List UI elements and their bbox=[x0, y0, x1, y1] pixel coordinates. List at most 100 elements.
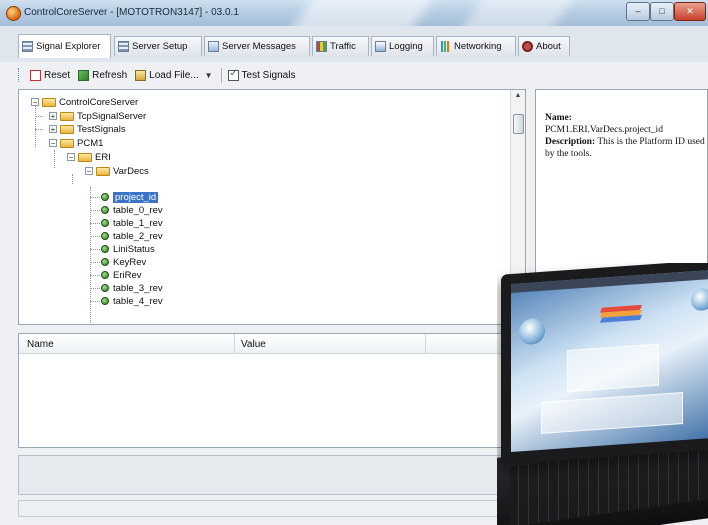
tab-traffic[interactable]: Traffic bbox=[312, 36, 369, 56]
tree-line bbox=[35, 104, 36, 147]
load-file-button[interactable]: Load File... ▼ bbox=[135, 69, 213, 81]
tree-node-label: KeyRev bbox=[113, 256, 147, 268]
tab-signal-explorer[interactable]: Signal Explorer bbox=[18, 34, 111, 58]
collapse-icon[interactable]: − bbox=[85, 167, 93, 176]
toolbar-grip[interactable] bbox=[18, 68, 22, 82]
screen-panel bbox=[541, 391, 683, 434]
collapse-icon[interactable]: − bbox=[31, 98, 39, 107]
folder-open-icon bbox=[60, 138, 74, 148]
tree-node-label: EriRev bbox=[113, 269, 142, 281]
tree-node-vardecs[interactable]: − VarDecs bbox=[85, 165, 149, 177]
expand-icon[interactable]: + bbox=[49, 125, 57, 134]
signal-tree[interactable]: − ControlCoreServer + TcpSignalServer + … bbox=[18, 89, 526, 325]
tab-server-setup[interactable]: Server Setup bbox=[114, 36, 202, 56]
traffic-icon bbox=[316, 41, 327, 52]
tree-node-pcm1[interactable]: − PCM1 bbox=[49, 137, 103, 149]
about-icon bbox=[522, 41, 533, 52]
tree-line bbox=[90, 262, 100, 263]
networking-icon bbox=[440, 41, 451, 52]
screen-orb bbox=[691, 287, 708, 312]
tree-node-label: ControlCoreServer bbox=[59, 96, 139, 108]
tree-node-label: table_2_rev bbox=[113, 230, 163, 242]
column-header-value[interactable]: Value bbox=[241, 339, 266, 350]
column-divider[interactable] bbox=[425, 334, 426, 353]
tree-line bbox=[54, 150, 55, 168]
collapse-icon[interactable]: − bbox=[67, 153, 75, 162]
screen-layer-stack bbox=[599, 304, 643, 326]
tree-node-label: table_3_rev bbox=[113, 282, 163, 294]
signal-icon bbox=[101, 297, 109, 305]
column-divider[interactable] bbox=[234, 334, 235, 353]
laptop-lid bbox=[501, 263, 708, 465]
tree-node-label: table_1_rev bbox=[113, 217, 163, 229]
tree-node-label: VarDecs bbox=[113, 165, 149, 177]
refresh-icon bbox=[78, 69, 90, 81]
tree-node-label: LiniStatus bbox=[113, 243, 155, 255]
signal-icon bbox=[101, 219, 109, 227]
tree-node-label: project_id bbox=[113, 191, 159, 203]
column-header-name[interactable]: Name bbox=[27, 339, 54, 350]
tab-about[interactable]: About bbox=[518, 36, 570, 56]
tab-networking[interactable]: Networking bbox=[436, 36, 516, 56]
laptop-screen bbox=[511, 269, 708, 452]
title-bar[interactable]: ControlCoreServer - [MOTOTRON3147] - 03.… bbox=[0, 0, 708, 42]
signal-explorer-icon bbox=[22, 41, 33, 52]
maximize-button[interactable]: □ bbox=[650, 2, 674, 21]
tree-node-signal[interactable]: project_id bbox=[101, 191, 159, 203]
folder-icon bbox=[42, 97, 56, 107]
tree-line bbox=[90, 236, 100, 237]
collapse-icon[interactable]: − bbox=[49, 139, 57, 148]
tree-line bbox=[90, 210, 100, 211]
signal-icon bbox=[101, 206, 109, 214]
tree-node-signal[interactable]: table_3_rev bbox=[101, 282, 163, 294]
checkbox-checked-icon[interactable] bbox=[227, 68, 239, 81]
tree-node-signal[interactable]: table_4_rev bbox=[101, 295, 163, 307]
laptop-photo bbox=[497, 263, 708, 525]
tree-node-signal[interactable]: table_0_rev bbox=[101, 204, 163, 216]
close-button[interactable]: ✕ bbox=[674, 2, 706, 21]
scrollbar-thumb[interactable] bbox=[513, 114, 524, 134]
test-signals-toggle[interactable]: Test Signals bbox=[227, 68, 295, 81]
tab-label: Traffic bbox=[330, 41, 356, 52]
tree-node-signal[interactable]: KeyRev bbox=[101, 256, 146, 268]
refresh-button[interactable]: Refresh bbox=[78, 69, 128, 81]
description-label: Description: bbox=[545, 137, 596, 147]
app-window: ControlCoreServer - [MOTOTRON3147] - 03.… bbox=[0, 0, 708, 525]
signal-icon bbox=[101, 193, 109, 201]
minimize-button[interactable]: – bbox=[626, 2, 650, 21]
tree-node-test-signals[interactable]: + TestSignals bbox=[49, 123, 126, 135]
status-bar bbox=[18, 500, 538, 517]
signal-value-grid[interactable]: Name Value bbox=[18, 333, 548, 448]
chevron-down-icon[interactable]: ▼ bbox=[205, 71, 213, 80]
tab-logging[interactable]: Logging bbox=[371, 36, 434, 56]
tree-line bbox=[90, 249, 100, 250]
tree-node-signal[interactable]: EriRev bbox=[101, 269, 142, 281]
tree-node-tcp-signal-server[interactable]: + TcpSignalServer bbox=[49, 110, 146, 122]
folder-icon bbox=[60, 124, 74, 134]
tree-line bbox=[90, 275, 100, 276]
tree-node-label: TestSignals bbox=[77, 123, 126, 135]
expand-icon[interactable]: + bbox=[49, 112, 57, 121]
screen-grid-panel bbox=[567, 343, 659, 393]
tree-node-root[interactable]: − ControlCoreServer bbox=[31, 96, 138, 108]
messages-icon bbox=[208, 41, 219, 52]
tab-server-messages[interactable]: Server Messages bbox=[204, 36, 310, 56]
tree-node-signal[interactable]: LiniStatus bbox=[101, 243, 155, 255]
reset-button[interactable]: Reset bbox=[30, 69, 70, 81]
signal-icon bbox=[101, 232, 109, 240]
tree-node-label: TcpSignalServer bbox=[77, 110, 147, 122]
signal-icon bbox=[101, 271, 109, 279]
tree-line bbox=[90, 288, 100, 289]
tree-node-eri[interactable]: − ERI bbox=[67, 151, 111, 163]
scroll-up-icon[interactable]: ▲ bbox=[511, 90, 525, 102]
tree-line bbox=[35, 129, 43, 130]
folder-open-icon bbox=[96, 166, 110, 176]
tree-node-signal[interactable]: table_1_rev bbox=[101, 217, 163, 229]
refresh-label: Refresh bbox=[92, 69, 128, 81]
toolbar: Reset Refresh Load File... ▼ Test Signal… bbox=[18, 64, 658, 86]
tree-node-signal[interactable]: table_2_rev bbox=[101, 230, 163, 242]
tab-label: Logging bbox=[389, 41, 423, 52]
app-icon bbox=[6, 6, 21, 21]
tree-line bbox=[90, 223, 100, 224]
tab-label: Server Messages bbox=[222, 41, 296, 52]
